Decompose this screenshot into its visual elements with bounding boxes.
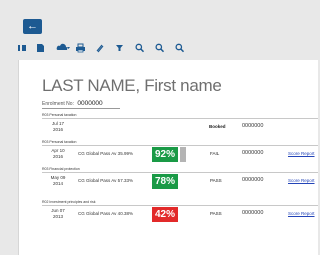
table-row: Jun 07 2013 CG Global Pass Av 40.38% 42%… [42, 206, 318, 223]
exam-number: 0000000 [242, 177, 264, 183]
exam-date: May 09 2014 [50, 175, 66, 186]
exam-number: 0000000 [242, 210, 264, 216]
exam-section: R03 Personal taxation Apr 10 2016 CG Glo… [42, 140, 318, 163]
attachment-icon[interactable] [96, 41, 104, 55]
page-title: LAST NAME, First name [42, 76, 222, 95]
cloud-download-icon[interactable] [56, 41, 70, 55]
filter-icon[interactable] [116, 41, 123, 55]
exam-section: R03 Personal taxation Jul 17 2016 Booked… [42, 113, 318, 136]
arrow-left-icon: ← [27, 20, 38, 32]
document-page: LAST NAME, First name Enrolment No: 0000… [18, 60, 318, 255]
exam-section: R03 Financial protection May 09 2014 CG … [42, 167, 318, 190]
score-badge: 92% [152, 147, 178, 162]
exam-status: Booked [209, 124, 226, 129]
zoom-out-icon[interactable] [155, 41, 164, 55]
print-icon[interactable] [76, 41, 85, 55]
document-icon[interactable] [37, 41, 44, 55]
exam-status: PASS [210, 211, 222, 216]
exam-date: Apr 10 2016 [51, 148, 65, 159]
search-icon[interactable] [135, 41, 144, 55]
score-report-link[interactable]: Score Report [288, 151, 315, 156]
toolbar [18, 41, 218, 55]
exam-date: Jun 07 2013 [51, 208, 65, 219]
exam-pass-average: CG Global Pass Av 57.33% [78, 178, 133, 183]
enrolment-field: Enrolment No: 0000000 [42, 100, 120, 109]
enrolment-value: 0000000 [77, 100, 103, 107]
exam-status: FAIL [210, 151, 220, 156]
exam-pass-average: CG Global Pass Av 40.38% [78, 211, 133, 216]
score-badge: 78% [152, 174, 178, 189]
table-row: Jul 17 2016 Booked 0000000 [42, 119, 318, 136]
back-button[interactable]: ← [23, 19, 42, 34]
score-badge: 42% [152, 207, 178, 222]
sidebar-toggle-icon[interactable] [18, 41, 26, 55]
exam-section: R02 Investment principles and risk Jun 0… [42, 200, 318, 223]
exam-status: PASS [210, 178, 222, 183]
zoom-in-icon[interactable] [175, 41, 184, 55]
exam-pass-average: CG Global Pass Av 35.99% [78, 151, 133, 156]
score-tag [180, 147, 186, 162]
score-report-link[interactable]: Score Report [288, 178, 315, 183]
exam-date: Jul 17 2016 [51, 121, 64, 132]
score-report-link[interactable]: Score Report [288, 211, 315, 216]
exam-number: 0000000 [242, 123, 264, 129]
table-row: Apr 10 2016 CG Global Pass Av 35.99% 92%… [42, 146, 318, 163]
enrolment-label: Enrolment No: [42, 101, 74, 107]
table-row: May 09 2014 CG Global Pass Av 57.33% 78%… [42, 173, 318, 190]
exam-number: 0000000 [242, 150, 264, 156]
